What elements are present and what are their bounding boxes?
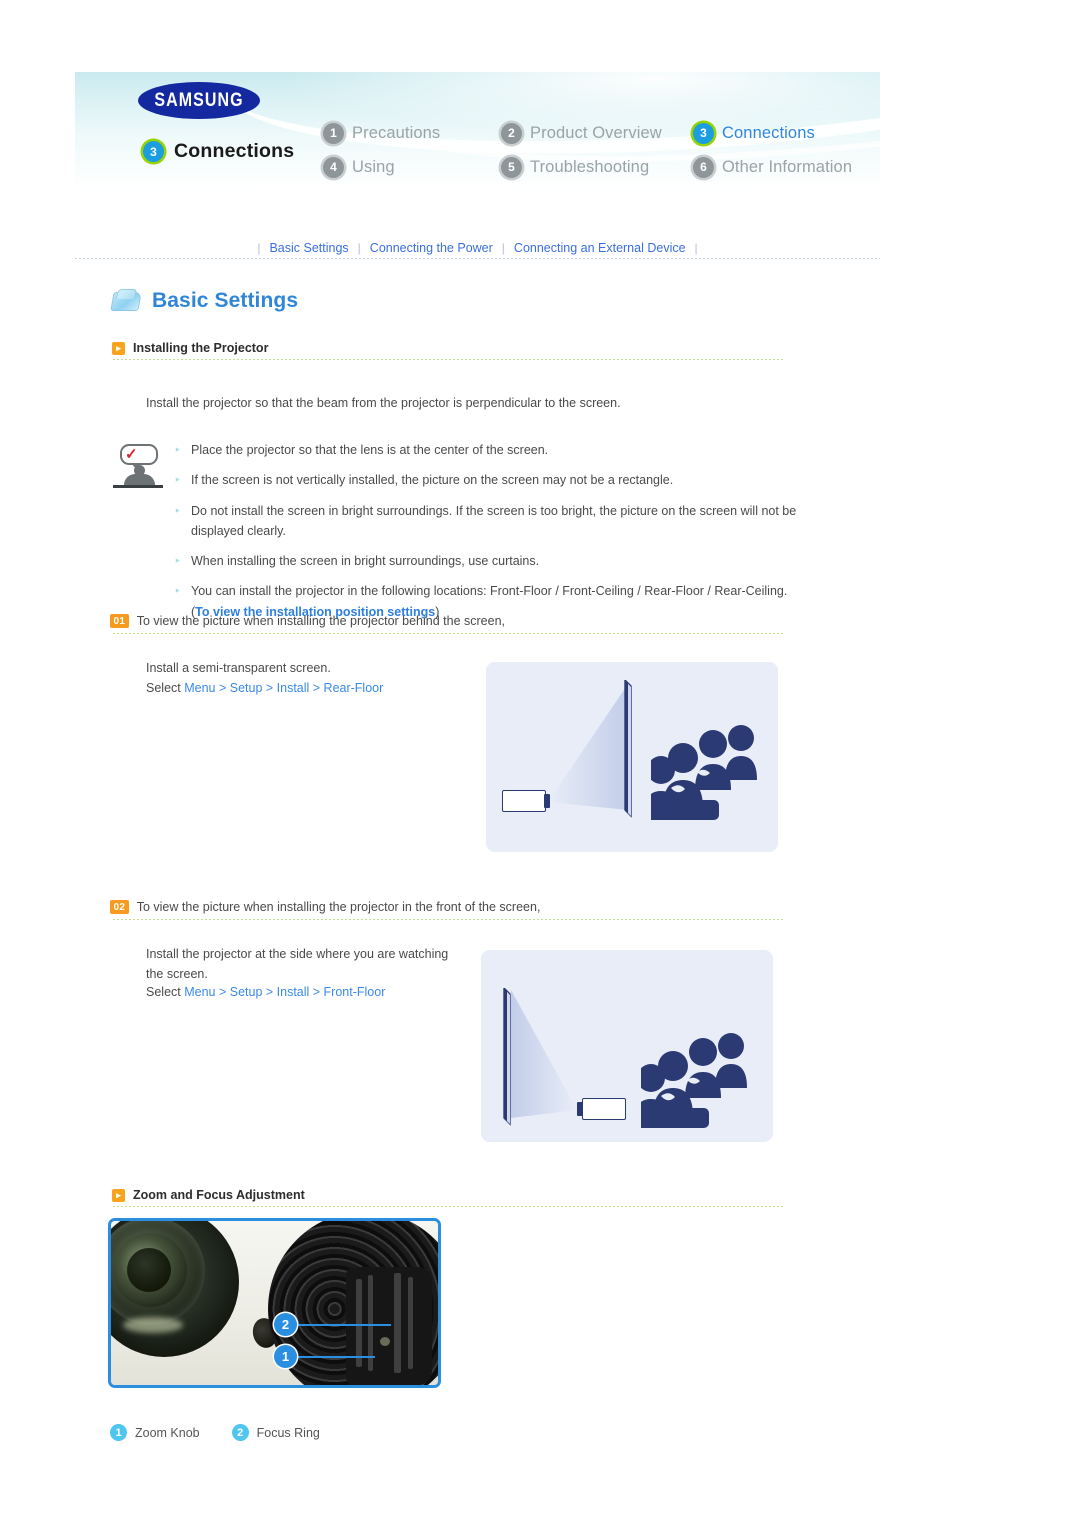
chapter-title: Connections — [174, 140, 295, 162]
projector-lens — [544, 794, 550, 808]
vent-panel — [346, 1267, 432, 1385]
nav-item-product-overview[interactable]: 2 Product Overview — [501, 116, 693, 150]
select-prefix: Select — [146, 681, 185, 695]
nav-badge-3: 3 — [693, 122, 714, 144]
note-item: ‣ Do not install the screen in bright su… — [174, 501, 822, 542]
lens-highlight — [123, 1317, 183, 1333]
step-02-line1: Install the projector at the side where … — [146, 947, 449, 961]
subsection-divider — [113, 359, 785, 360]
step-divider-01 — [113, 633, 785, 634]
arrow-right-icon: ▸ — [112, 341, 125, 355]
legend-badge-1: 1 — [110, 1424, 127, 1441]
breadcrumb-link-connecting-an-external-device[interactable]: Connecting an External Device — [505, 241, 695, 255]
projector-body — [502, 790, 546, 812]
nav-label-other-information: Other Information — [722, 157, 853, 176]
nav-label-product-overview: Product Overview — [530, 123, 662, 142]
arrow-right-icon: ▸ — [112, 1188, 125, 1202]
samsung-logo: SAMSUNG — [138, 82, 260, 119]
subsection-title-installing: Installing the Projector — [133, 341, 269, 355]
note-text: If the screen is not vertically installe… — [191, 473, 674, 488]
breadcrumb-link-basic-settings[interactable]: Basic Settings — [260, 241, 357, 255]
legend-label-focus-ring: Focus Ring — [256, 1425, 320, 1440]
step-02-line2: the screen. — [146, 967, 208, 981]
subsection-heading-installing-the-projector: ▸ Installing the Projector — [112, 341, 268, 355]
step-number-badge: 01 — [110, 614, 129, 628]
chevron-bullet-icon: ‣ — [174, 473, 182, 488]
note-item: ‣ When installing the screen in bright s… — [174, 551, 822, 571]
select-path-front-floor[interactable]: Menu > Setup > Install > Front-Floor — [184, 985, 385, 999]
note-list: ‣ Place the projector so that the lens i… — [174, 440, 822, 632]
legend-badge-2: 2 — [231, 1424, 249, 1441]
nav-label-using: Using — [352, 157, 395, 176]
step-heading-text: To view the picture when installing the … — [136, 900, 541, 914]
section-heading-basic-settings: Basic Settings — [110, 288, 299, 313]
manual-page: SAMSUNG 3 Connections 1 Precautions 2 Pr… — [0, 0, 1080, 1527]
breadcrumb-link-connecting-the-power[interactable]: Connecting the Power — [361, 241, 502, 255]
audience-silhouette — [651, 725, 757, 820]
step-heading-02: 02 To view the picture when installing t… — [110, 900, 540, 914]
samsung-logo-text: SAMSUNG — [154, 89, 244, 111]
chapter-nav: 1 Precautions 2 Product Overview 3 Conne… — [323, 116, 858, 184]
photo-legend: 1 Zoom Knob 2 Focus Ring — [110, 1424, 320, 1441]
note-text: You can install the projector in the fol… — [191, 584, 788, 599]
callout-marker-1: 1 — [274, 1345, 297, 1368]
projector-body — [582, 1098, 626, 1120]
subsection-heading-zoom-focus: ▸ Zoom and Focus Adjustment — [112, 1188, 305, 1202]
step-heading-01: 01 To view the picture when installing t… — [110, 614, 505, 628]
projection-screen — [624, 680, 632, 818]
chevron-bullet-icon: ‣ — [174, 443, 182, 457]
step-number-badge: 02 — [110, 900, 129, 914]
nav-item-other-information[interactable]: 6 Other Information — [693, 150, 858, 184]
projection-screen — [503, 988, 511, 1126]
note-item: ‣ If the screen is not vertically instal… — [174, 470, 822, 490]
note-text: Place the projector so that the lens is … — [191, 443, 549, 457]
note-text: Do not install the screen in bright surr… — [191, 503, 797, 538]
section-title: Basic Settings — [152, 288, 299, 312]
step-01-line1: Install a semi-transparent screen. — [146, 661, 331, 675]
intro-paragraph: Install the projector so that the beam f… — [146, 396, 621, 410]
step-heading-text: To view the picture when installing the … — [136, 614, 506, 628]
callout-line-1 — [293, 1356, 375, 1358]
callout-line-2 — [293, 1324, 391, 1326]
nav-label-connections: Connections — [722, 123, 815, 142]
breadcrumb-divider — [75, 258, 880, 259]
nav-badge-2: 2 — [501, 122, 522, 144]
select-prefix: Select — [146, 985, 185, 999]
note-text: When installing the screen in bright sur… — [191, 554, 540, 568]
nav-badge-4: 4 — [323, 156, 344, 178]
front-projection-diagram — [481, 950, 773, 1142]
chevron-bullet-icon: ‣ — [174, 584, 182, 599]
audience-silhouette — [641, 1033, 747, 1128]
chevron-bullet-icon: ‣ — [174, 554, 182, 568]
folder-icon — [110, 288, 142, 313]
chapter-indicator: 3 Connections — [143, 140, 294, 163]
step-divider-02 — [113, 919, 785, 920]
subsection-title-zoom-focus: Zoom and Focus Adjustment — [133, 1188, 305, 1202]
page-header: SAMSUNG 3 Connections 1 Precautions 2 Pr… — [75, 72, 880, 190]
nav-item-precautions[interactable]: 1 Precautions — [323, 116, 501, 150]
zoom-focus-divider — [113, 1206, 785, 1207]
step-01-select-line: Select Menu > Setup > Install > Rear-Flo… — [146, 678, 526, 698]
breadcrumb: | Basic Settings | Connecting the Power … — [75, 241, 880, 255]
note-item: ‣ Place the projector so that the lens i… — [174, 440, 822, 460]
chevron-bullet-icon: ‣ — [174, 503, 182, 518]
nav-item-troubleshooting[interactable]: 5 Troubleshooting — [501, 150, 693, 184]
nav-label-troubleshooting: Troubleshooting — [530, 157, 650, 176]
nav-item-connections[interactable]: 3 Connections — [693, 116, 858, 150]
nav-badge-1: 1 — [323, 122, 344, 144]
breadcrumb-separator: | — [694, 241, 698, 255]
nav-badge-6: 6 — [693, 156, 714, 178]
chapter-number-badge: 3 — [143, 141, 164, 162]
step-02-select-line: Select Menu > Setup > Install > Front-Fl… — [146, 982, 526, 1002]
rear-projection-diagram — [486, 662, 778, 852]
nav-label-precautions: Precautions — [352, 123, 441, 142]
callout-marker-2: 2 — [274, 1313, 297, 1336]
projector-lens-photo: 2 1 — [108, 1218, 441, 1388]
legend-label-zoom-knob: Zoom Knob — [135, 1425, 200, 1440]
nav-badge-5: 5 — [501, 156, 522, 178]
select-path-rear-floor[interactable]: Menu > Setup > Install > Rear-Floor — [184, 681, 383, 695]
nav-item-using[interactable]: 4 Using — [323, 150, 501, 184]
tip-person-icon: ✓ — [112, 444, 164, 492]
